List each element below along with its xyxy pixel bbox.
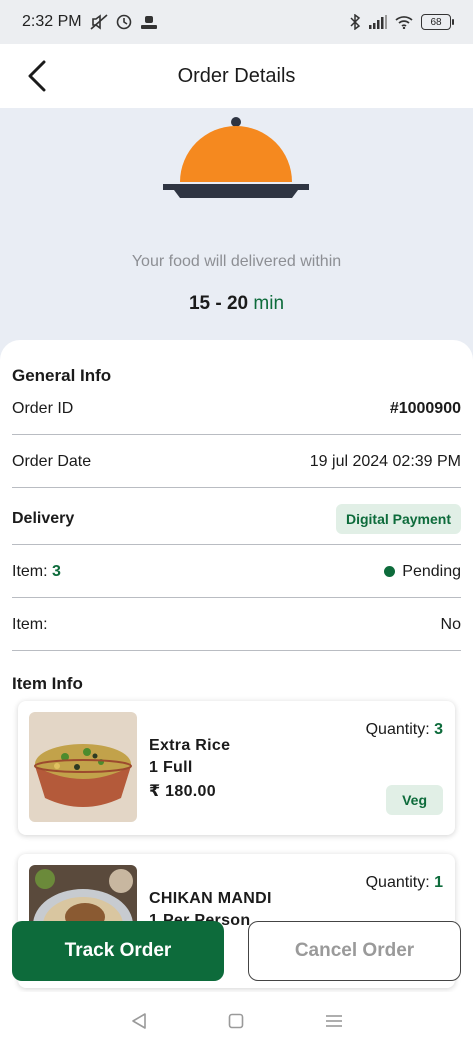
app-bar: Order Details <box>0 44 473 108</box>
order-id-row: Order ID #1000900 <box>12 383 461 435</box>
notification-icon <box>140 16 157 29</box>
quantity-label: Quantity: <box>365 721 430 738</box>
payment-badge: Digital Payment <box>335 503 461 534</box>
item-portion: 1 Full <box>149 759 193 776</box>
page-title: Order Details <box>177 64 296 87</box>
status-dot-icon <box>384 565 396 577</box>
status-time: 2:32 PM <box>22 13 82 30</box>
alarm-icon <box>116 14 131 30</box>
cancel-order-button[interactable]: Cancel Order <box>248 921 461 981</box>
item-quantity: Quantity: 1 <box>366 874 443 892</box>
back-button[interactable] <box>20 58 54 94</box>
status-text: Pending <box>402 562 461 580</box>
status-right: 68 <box>349 14 454 30</box>
item-quantity: Quantity: 3 <box>366 721 443 739</box>
quantity-value: 3 <box>434 721 443 738</box>
item-label: Item: <box>12 562 48 580</box>
mute-icon <box>90 14 108 30</box>
item-extra-row: Item: No <box>12 599 461 651</box>
eta-unit: min <box>253 293 285 314</box>
eta-range: 15 - 20 <box>188 293 249 314</box>
order-id-label: Order ID <box>12 399 74 417</box>
status-left: 2:32 PM <box>22 13 158 31</box>
order-date-value: 19 jul 2024 02:39 PM <box>309 452 461 470</box>
back-arrow-icon <box>28 60 46 92</box>
nav-menu-icon[interactable] <box>325 1013 343 1029</box>
nav-back-icon[interactable] <box>130 1012 148 1030</box>
veg-badge: Veg <box>386 785 443 815</box>
system-nav-bar <box>0 992 473 1050</box>
action-bar: Track Order Cancel Order <box>0 915 473 990</box>
order-date-row: Order Date 19 jul 2024 02:39 PM <box>12 436 461 488</box>
item-price: ₹ 180.00 <box>149 783 216 800</box>
battery-indicator: 68 <box>421 14 454 30</box>
food-image <box>29 712 137 822</box>
item-status-row: Item: 3 Pending <box>12 546 461 598</box>
order-status: Pending <box>384 563 461 581</box>
food-cloche-icon <box>163 117 309 198</box>
nav-home-icon[interactable] <box>228 1013 244 1029</box>
quantity-value: 1 <box>434 874 443 891</box>
track-order-button[interactable]: Track Order <box>12 921 224 981</box>
order-date-label: Order Date <box>12 452 92 470</box>
item2-value: No <box>440 615 461 633</box>
delivery-row: Delivery Digital Payment <box>12 493 461 545</box>
quantity-label: Quantity: <box>365 874 430 891</box>
item-name: Extra Rice <box>149 737 231 754</box>
wifi-icon <box>395 16 413 29</box>
item-info-title: Item Info <box>12 674 83 693</box>
status-bar: 2:32 PM 68 <box>0 0 473 44</box>
item-name: CHIKAN MANDI <box>149 890 272 907</box>
item-count: 3 <box>52 562 61 580</box>
bluetooth-icon <box>350 14 361 30</box>
delivery-hero: Your food will delivered within 15 - 20 … <box>0 108 473 348</box>
item-count-label: Item: 3 <box>12 563 61 581</box>
order-item-card[interactable]: Extra Rice 1 Full ₹ 180.00 Quantity: 3 V… <box>18 701 455 835</box>
delivery-message: Your food will delivered within <box>131 253 342 270</box>
signal-icon <box>369 15 387 29</box>
item2-label: Item: <box>12 615 48 633</box>
delivery-label: Delivery <box>12 509 75 527</box>
order-id-value: #1000900 <box>389 399 461 417</box>
delivery-eta: 15 - 20 min <box>0 293 473 315</box>
